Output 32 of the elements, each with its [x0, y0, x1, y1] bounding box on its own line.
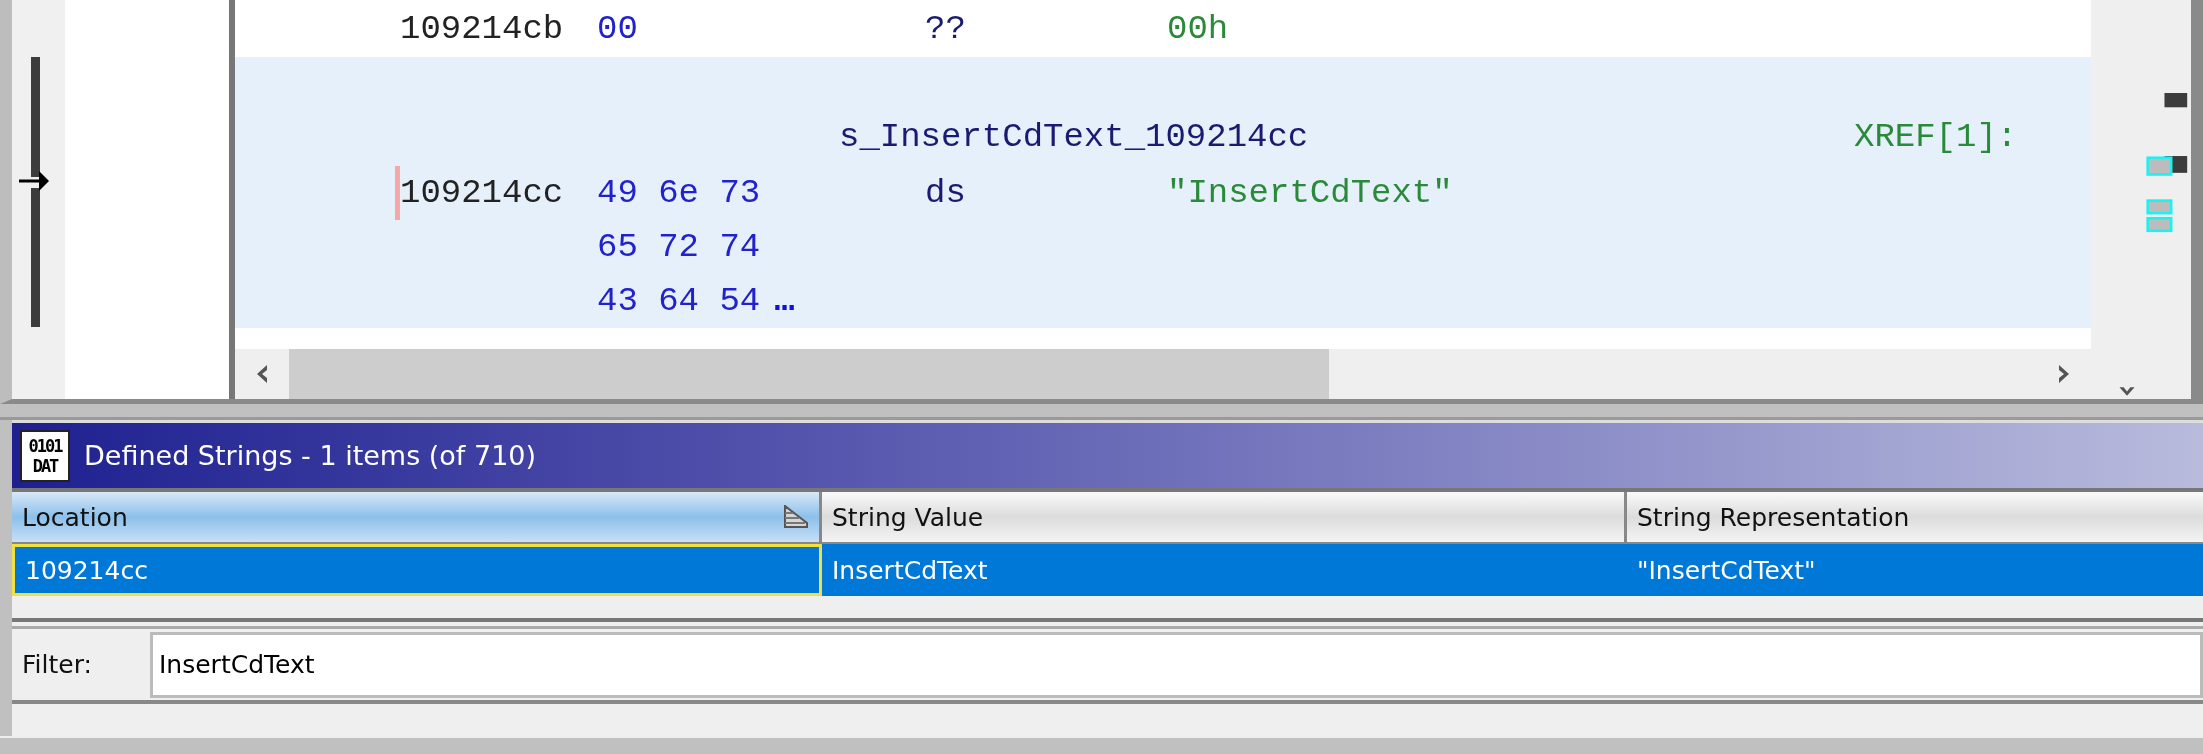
bytes-text: 43 64 54 [597, 282, 761, 320]
sort-ascending-icon [783, 505, 809, 529]
column-header[interactable]: String Representation [1627, 492, 2203, 544]
listing-row[interactable]: 43 64 54 … [235, 274, 2091, 328]
bytes-text: 65 72 74 [597, 228, 761, 266]
table-row[interactable]: 109214cc InsertCdText "InsertCdText" [12, 544, 2203, 596]
listing-row[interactable]: 65 72 74 [235, 220, 2091, 274]
more-bytes-text[interactable]: … [774, 282, 795, 320]
listing-row[interactable]: s_InsertCdText_109214cc XREF[1]: [235, 57, 2091, 166]
table-cell: 109214cc [12, 544, 822, 596]
operand-text: 00h [1167, 9, 1229, 48]
column-header[interactable]: Location [12, 492, 822, 544]
listing-row[interactable]: 109214cb 00 ?? 00h [235, 0, 2091, 57]
cursor-slider-icon[interactable] [19, 57, 49, 327]
filter-field[interactable]: InsertCdText [150, 631, 2203, 698]
bytes-text: 00 [597, 9, 639, 48]
mnemonic-text: ?? [925, 9, 967, 48]
address-text: 109214cc [400, 174, 565, 212]
table-cell-text: InsertCdText [831, 554, 989, 587]
mnemonic-text: ds [925, 174, 967, 212]
table-cell-text: "InsertCdText" [1636, 554, 1817, 587]
bytes-text: 49 6e 73 [597, 174, 762, 212]
listing-row[interactable]: 109214cc 49 6e 73 ds "InsertCdText" [235, 166, 2091, 220]
column-header[interactable]: String Value [822, 492, 1627, 544]
strings-icon: 0101 DAT [20, 429, 70, 482]
address-text: 109214cb [400, 9, 565, 48]
label-text: s_InsertCdText_109214cc [839, 118, 1310, 156]
scrollbar-thumb[interactable] [289, 349, 1329, 399]
filter-label: Filter: [22, 650, 93, 679]
panel-title: Defined Strings - 1 items (of 710) [84, 440, 537, 471]
xref-text: XREF[1]: [1854, 118, 2018, 156]
operand-text: "InsertCdText" [1167, 174, 1453, 212]
